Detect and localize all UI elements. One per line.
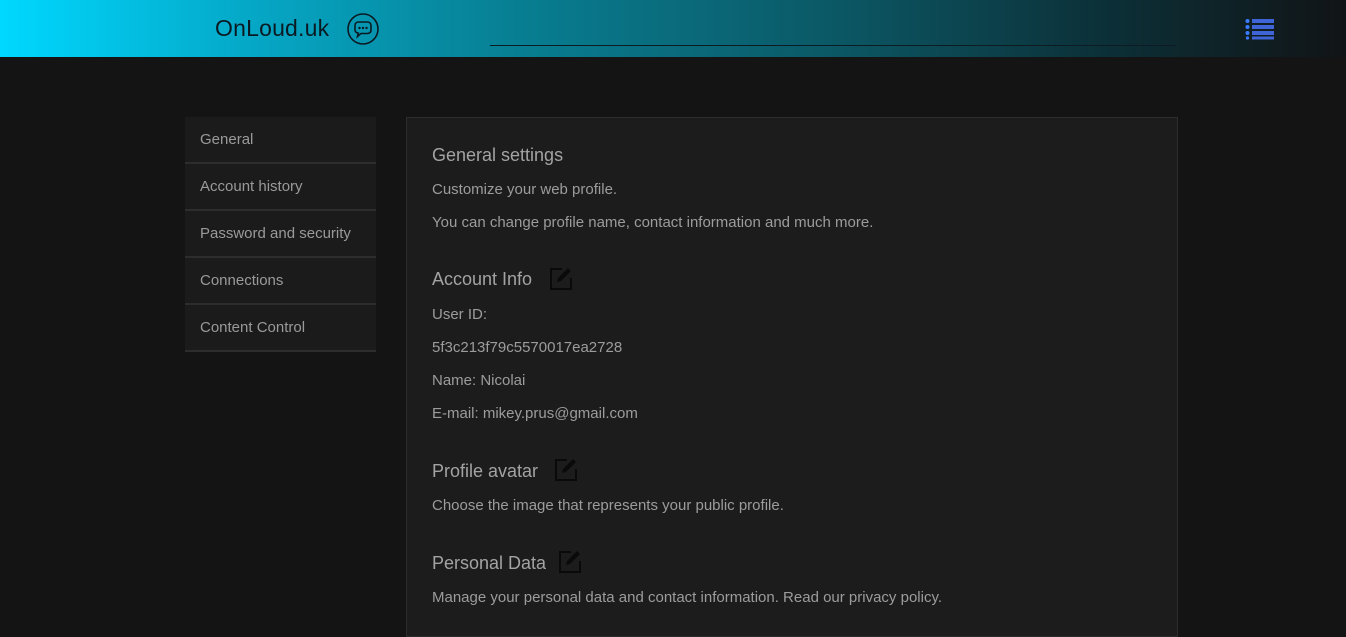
- user-id-label: User ID:: [432, 306, 488, 323]
- personal-data-title: Personal Data: [432, 553, 547, 573]
- user-id-value: 5f3c213f79c5570017ea2728: [432, 339, 623, 356]
- sidebar-item-connections[interactable]: Connections: [185, 258, 376, 305]
- search-underline[interactable]: [490, 45, 1177, 46]
- general-description-2: You can change profile name, contact inf…: [432, 214, 874, 231]
- account-name: Name: Nicolai: [432, 372, 526, 389]
- sidebar-item-account-history[interactable]: Account history: [185, 164, 376, 211]
- sidebar-item-password-security[interactable]: Password and security: [185, 211, 376, 258]
- settings-sidebar: General Account history Password and sec…: [185, 117, 376, 352]
- list-menu-icon[interactable]: [1245, 18, 1275, 40]
- site-logo[interactable]: OnLoud.uk: [215, 15, 329, 42]
- sidebar-item-content-control[interactable]: Content Control: [185, 305, 376, 352]
- account-info-title: Account Info: [432, 269, 533, 289]
- general-description-1: Customize your web profile.: [432, 181, 618, 198]
- account-email: E-mail: mikey.prus@gmail.com: [432, 405, 638, 422]
- profile-avatar-description: Choose the image that represents your pu…: [432, 497, 784, 514]
- edit-avatar-icon[interactable]: [553, 456, 579, 482]
- top-navigation-bar: OnLoud.uk: [0, 0, 1346, 57]
- sidebar-item-general[interactable]: General: [185, 117, 376, 164]
- personal-data-description: Manage your personal data and contact in…: [432, 589, 943, 606]
- edit-personal-data-icon[interactable]: [557, 548, 583, 574]
- profile-avatar-title: Profile avatar: [432, 461, 539, 481]
- settings-panel: General settings Customize your web prof…: [406, 117, 1178, 637]
- general-settings-title: General settings: [432, 145, 564, 165]
- chat-bubble-icon[interactable]: [347, 13, 379, 45]
- edit-account-icon[interactable]: [548, 265, 574, 291]
